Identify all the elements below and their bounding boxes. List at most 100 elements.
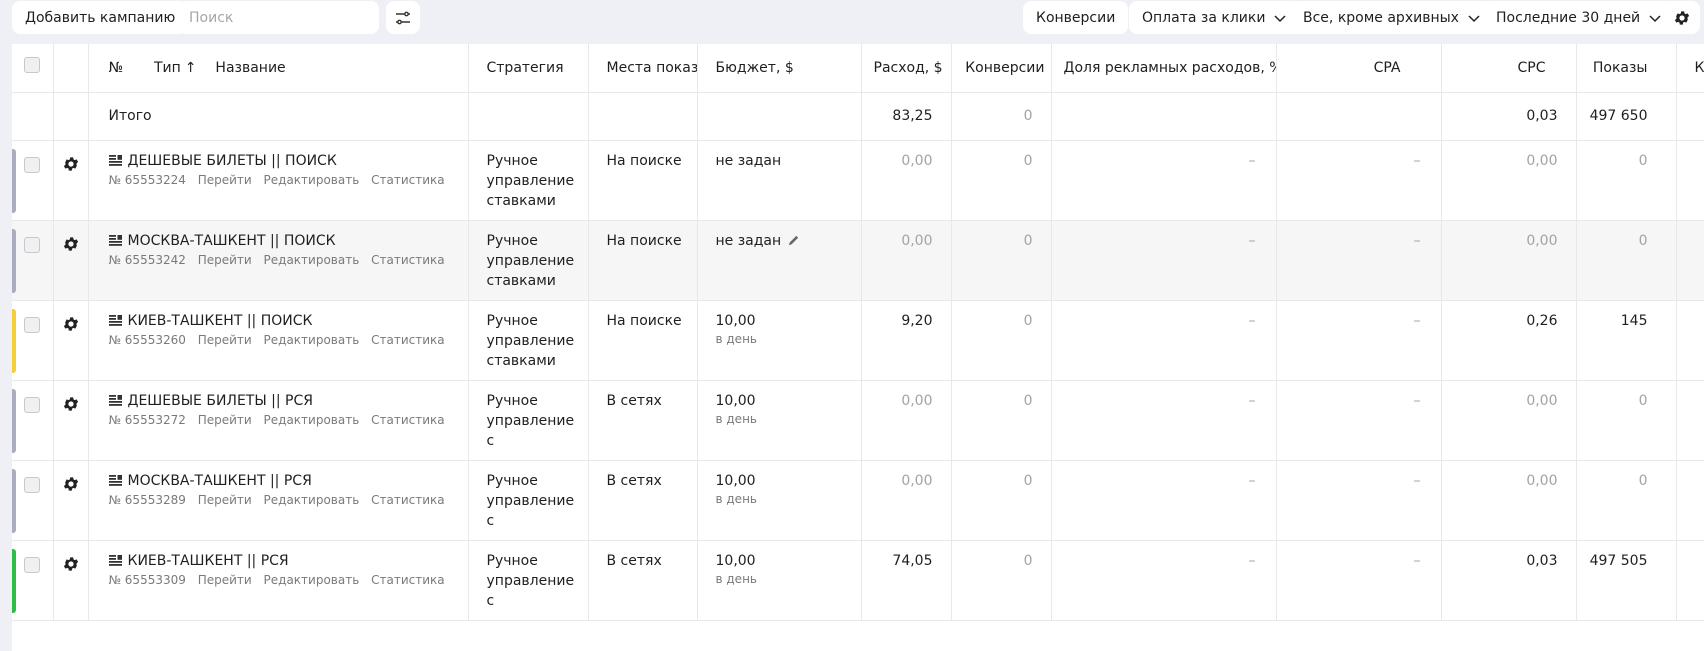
campaign-places: В сетях [588,540,698,621]
total-empty-cell [588,92,698,141]
campaign-name-cell: ДЕШЕВЫЕ БИЛЕТЫ || РСЯ № 65553272 Перейти… [88,380,469,461]
header-budget[interactable]: Бюджет, $ [697,44,862,93]
campaign-edit-link[interactable]: Редактировать [264,253,360,267]
header-cpa[interactable]: CPA [1276,44,1442,93]
campaign-cpa: – [1276,300,1442,381]
header-type[interactable]: Тип [154,60,181,76]
campaign-stats-link[interactable]: Статистика [371,573,445,587]
campaign-stats-link[interactable]: Статистика [371,253,445,267]
campaign-impressions: 145 [1576,300,1677,381]
campaign-edit-link[interactable]: Редактировать [264,573,360,587]
campaign-cpc: 0,00 [1441,460,1577,541]
campaign-name-cell: МОСКВА-ТАШКЕНТ || ПОИСК № 65553242 Перей… [88,220,469,301]
text-campaign-icon [108,395,122,406]
campaign-edit-link[interactable]: Редактировать [264,173,360,187]
header-cpc[interactable]: CPC [1441,44,1577,93]
campaign-places: В сетях [588,380,698,461]
campaign-row: МОСКВА-ТАШКЕНТ || ПОИСК № 65553242 Перей… [12,220,1704,301]
payment-select[interactable]: Оплата за клики [1129,1,1301,34]
campaign-go-link[interactable]: Перейти [198,173,252,187]
gear-icon [1674,10,1690,25]
gear-icon[interactable] [62,555,80,573]
campaign-gear-cell [53,300,89,381]
campaign-cpa: – [1276,220,1442,301]
campaign-stats-link[interactable]: Статистика [371,173,445,187]
gear-icon[interactable] [62,395,80,413]
campaign-budget[interactable]: не задан [716,153,782,169]
campaign-strategy: Ручное управление с [468,380,589,461]
conversions-button[interactable]: Конверсии [1023,1,1129,34]
total-empty-cell [1276,92,1442,141]
text-campaign-icon [108,315,122,326]
add-campaign-button[interactable]: Добавить кампанию [12,1,189,34]
campaign-go-link[interactable]: Перейти [198,413,252,427]
gear-icon[interactable] [62,475,80,493]
campaign-name[interactable]: МОСКВА-ТАШКЕНТ || РСЯ [128,473,312,489]
campaign-go-link[interactable]: Перейти [198,333,252,347]
header-ad-share[interactable]: Доля рекламных расходов, % [1051,44,1277,93]
campaign-go-link[interactable]: Перейти [198,253,252,267]
select-all-cell [12,44,54,93]
campaign-stats-link[interactable]: Статистика [371,493,445,507]
campaign-checkbox[interactable] [24,556,40,573]
campaign-budget-cell: не задан [697,140,862,221]
campaign-budget[interactable]: 10,00 [716,313,756,329]
campaign-name[interactable]: ДЕШЕВЫЕ БИЛЕТЫ || ПОИСК [128,153,337,169]
campaign-name[interactable]: КИЕВ-ТАШКЕНТ || РСЯ [128,553,289,569]
campaign-checkbox[interactable] [24,396,40,413]
header-next-column[interactable]: К [1676,44,1704,93]
archive-filter-select[interactable]: Все, кроме архивных [1290,1,1494,34]
header-spend[interactable]: Расход, $ [861,44,952,93]
gear-icon[interactable] [62,315,80,333]
campaign-next-cell [1676,300,1704,381]
campaign-budget[interactable]: не задан [716,233,782,249]
campaign-conversions: 0 [951,540,1052,621]
campaign-budget[interactable]: 10,00 [716,553,756,569]
header-strategy[interactable]: Стратегия [468,44,589,93]
campaign-spend: 9,20 [861,300,952,381]
search-input[interactable] [179,1,379,34]
campaign-next-cell [1676,540,1704,621]
campaign-edit-link[interactable]: Редактировать [264,413,360,427]
campaign-budget-cell: 10,00 в день [697,460,862,541]
gear-icon[interactable] [62,235,80,253]
campaign-budget[interactable]: 10,00 [716,393,756,409]
select-all-checkbox[interactable] [24,57,40,73]
campaign-go-link[interactable]: Перейти [198,493,252,507]
campaign-gear-cell [53,220,89,301]
header-number[interactable]: № [109,60,124,76]
campaign-checkbox[interactable] [24,156,40,173]
campaign-checkbox[interactable] [24,316,40,333]
campaign-checkbox[interactable] [24,236,40,253]
edit-pencil-icon[interactable] [787,234,800,247]
campaign-name[interactable]: КИЕВ-ТАШКЕНТ || ПОИСК [128,313,313,329]
campaign-edit-link[interactable]: Редактировать [264,333,360,347]
campaign-name[interactable]: МОСКВА-ТАШКЕНТ || ПОИСК [128,233,336,249]
sort-ascending-icon[interactable]: ↑ [185,60,197,76]
campaign-spend: 0,00 [861,140,952,221]
gear-icon[interactable] [62,155,80,173]
campaign-conversions: 0 [951,220,1052,301]
campaign-name-cell: ДЕШЕВЫЕ БИЛЕТЫ || ПОИСК № 65553224 Перей… [88,140,469,221]
campaign-stats-link[interactable]: Статистика [371,413,445,427]
campaign-impressions: 497 505 [1576,540,1677,621]
campaign-stats-link[interactable]: Статистика [371,333,445,347]
period-select[interactable]: Последние 30 дней [1483,1,1676,34]
top-toolbar: Добавить кампанию Конверсии Оплата за кл… [0,0,1704,36]
header-conversions[interactable]: Конверсии [951,44,1052,93]
campaign-spend: 0,00 [861,220,952,301]
filter-settings-button[interactable] [386,1,420,34]
campaign-ad-share: – [1051,380,1277,461]
header-title[interactable]: Название [215,60,285,76]
campaign-checkbox[interactable] [24,476,40,493]
settings-button[interactable] [1664,1,1700,34]
campaign-cpc: 0,00 [1441,380,1577,461]
header-places[interactable]: Места показов [588,44,698,93]
campaign-budget[interactable]: 10,00 [716,473,756,489]
campaign-status-stripe [12,468,16,533]
campaign-go-link[interactable]: Перейти [198,573,252,587]
campaign-name[interactable]: ДЕШЕВЫЕ БИЛЕТЫ || РСЯ [128,393,314,409]
header-impressions[interactable]: Показы [1576,44,1677,93]
campaign-budget-cell: 10,00 в день [697,300,862,381]
campaign-edit-link[interactable]: Редактировать [264,493,360,507]
